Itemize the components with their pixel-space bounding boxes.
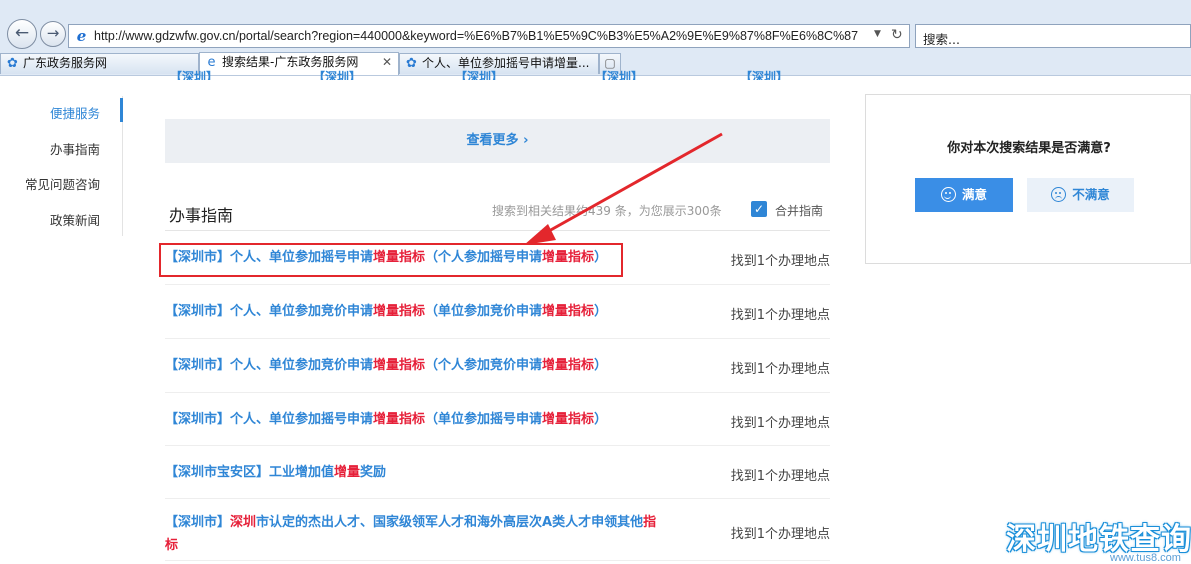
result-title-text: （单位参加竞价申请 [425,304,543,319]
refresh-icon[interactable]: ↻ [891,27,903,43]
result-keyword-highlight: 增量指标 [373,412,426,427]
result-row: 【深圳市】个人、单位参加摇号申请增量指标（单位参加摇号申请增量指标） 找到1个办理… [165,393,830,446]
result-keyword-highlight: 增量 [334,465,361,480]
result-title-text: 【深圳市】个人、单位参加竞价申请 [165,304,374,319]
result-location-count[interactable]: 找到1个办理地点 [731,304,830,323]
result-row: 【深圳市】个人、单位参加竞价申请增量指标（个人参加竞价申请增量指标） 找到1个办理… [165,339,830,393]
partial-link[interactable]: 【深圳】 [595,70,643,80]
merge-guides-label[interactable]: 合并指南 [775,202,823,219]
result-row: 【深圳市】个人、单位参加竞价申请增量指标（单位参加竞价申请增量指标） 找到1个办理… [165,285,830,339]
result-row: 【深圳市宝安区】工业增加值增量奖励 找到1个办理地点 [165,446,830,499]
see-more-label: 查看更多 [466,133,519,148]
result-title-link[interactable]: 【深圳市】深圳市认定的杰出人才、国家级领军人才和海外高层次A类人才申领其他指标 [165,511,656,557]
sidebar: 便捷服务 办事指南 常见问题咨询 政策新闻 [0,96,123,236]
result-title-link[interactable]: 【深圳市】个人、单位参加竞价申请增量指标（单位参加竞价申请增量指标） [165,303,607,321]
forward-button[interactable]: → [40,21,66,47]
partial-link[interactable]: 【深圳】 [170,70,218,80]
partial-link[interactable]: 【深圳】 [740,70,788,80]
result-location-count[interactable]: 找到1个办理地点 [731,250,830,269]
result-title-text: ） [594,304,608,319]
search-placeholder: 搜索... [923,32,960,47]
result-keyword-highlight: 增量指标 [542,304,595,319]
arrow-left-icon: ← [14,23,30,43]
dropdown-icon[interactable]: ▼ [874,29,881,39]
annotation-highlight-box [159,243,623,277]
browser-chrome: ← → e http://www.gdzwfw.gov.cn/portal/se… [0,0,1191,76]
result-keyword-highlight: 增量指标 [373,304,426,319]
ie-icon: e [207,55,216,70]
result-keyword-highlight: 深圳 [230,515,257,530]
watermark-url: www.tus8.com [1110,552,1181,564]
section-title: 办事指南 [169,206,234,225]
result-title-text: （个人参加竞价申请 [425,358,543,373]
result-location-count[interactable]: 找到1个办理地点 [731,523,830,542]
feedback-question: 你对本次搜索结果是否满意? [947,141,1111,156]
result-title-link[interactable]: 【深圳市】个人、单位参加竞价申请增量指标（个人参加竞价申请增量指标） [165,357,607,375]
address-bar[interactable]: e http://www.gdzwfw.gov.cn/portal/search… [68,24,910,48]
result-title-text: 【深圳市】个人、单位参加摇号申请 [165,412,374,427]
sidebar-item-guides[interactable]: 办事指南 [50,139,100,158]
new-tab-icon: ▢ [604,56,616,70]
result-keyword-highlight: 增量指标 [542,412,595,427]
chevron-right-icon: › [518,133,529,148]
result-title-text: ） [594,358,608,373]
result-title-text: 市认定的杰出人才、国家级领军人才和海外高层次A类人才申领其他 [256,515,644,530]
satisfied-label: 满意 [961,187,987,202]
tab-label: 个人、单位参加摇号申请增量... [422,56,590,70]
result-title-text: （单位参加摇号申请 [425,412,543,427]
merge-guides-checkbox[interactable]: ✓ [751,201,767,217]
result-title-link[interactable]: 【深圳市宝安区】工业增加值增量奖励 [165,464,386,482]
partial-link[interactable]: 【深圳】 [313,70,361,80]
sidebar-item-faq[interactable]: 常见问题咨询 [25,174,100,193]
result-location-count[interactable]: 找到1个办理地点 [731,412,830,431]
arrow-right-icon: → [46,24,60,42]
result-location-count[interactable]: 找到1个办理地点 [731,358,830,377]
browser-search-input[interactable]: 搜索... [915,24,1191,48]
unsatisfied-button[interactable]: 不满意 [1027,178,1134,212]
feedback-panel: 你对本次搜索结果是否满意? 满意 不满意 [865,94,1191,264]
result-keyword-highlight: 指 [643,515,657,530]
tab-label: 搜索结果-广东政务服务网 [222,55,359,69]
address-url[interactable]: http://www.gdzwfw.gov.cn/portal/search?r… [94,29,864,43]
result-title-text: 【深圳市】个人、单位参加竞价申请 [165,358,374,373]
see-more-button[interactable]: 查看更多 › [165,119,830,163]
result-location-count[interactable]: 找到1个办理地点 [731,465,830,484]
result-keyword-highlight: 增量指标 [542,358,595,373]
sidebar-active-indicator [120,98,123,122]
sidebar-item-convenient-services[interactable]: 便捷服务 [50,103,100,122]
result-title-text: 奖励 [360,465,387,480]
result-title-link[interactable]: 【深圳市】个人、单位参加摇号申请增量指标（单位参加摇号申请增量指标） [165,411,607,429]
partial-results-row: 【深圳】 【深圳】 【深圳】 【深圳】 【深圳】 [165,70,830,80]
partial-link[interactable]: 【深圳】 [455,70,503,80]
result-keyword-highlight: 增量指标 [373,358,426,373]
ie-icon: e [76,27,87,45]
satisfied-button[interactable]: 满意 [915,178,1013,212]
result-row: 【深圳市】深圳市认定的杰出人才、国家级领军人才和海外高层次A类人才申领其他指标 找… [165,499,830,561]
result-title-text: 【深圳市宝安区】工业增加值 [165,465,335,480]
tab-label: 广东政务服务网 [23,56,108,70]
result-title-text: ） [594,412,608,427]
back-button[interactable]: ← [7,19,37,49]
gear-icon: ✿ [7,56,18,71]
result-title-text: 【深圳市】 [165,515,231,530]
sidebar-item-policy-news[interactable]: 政策新闻 [50,210,100,229]
result-count: 搜索到相关结果约439 条，为您展示300条 [492,204,722,218]
result-keyword-highlight: 标 [165,538,179,553]
smile-icon [940,187,956,202]
gear-icon: ✿ [406,56,417,71]
frown-icon [1051,187,1067,202]
unsatisfied-label: 不满意 [1072,187,1110,202]
